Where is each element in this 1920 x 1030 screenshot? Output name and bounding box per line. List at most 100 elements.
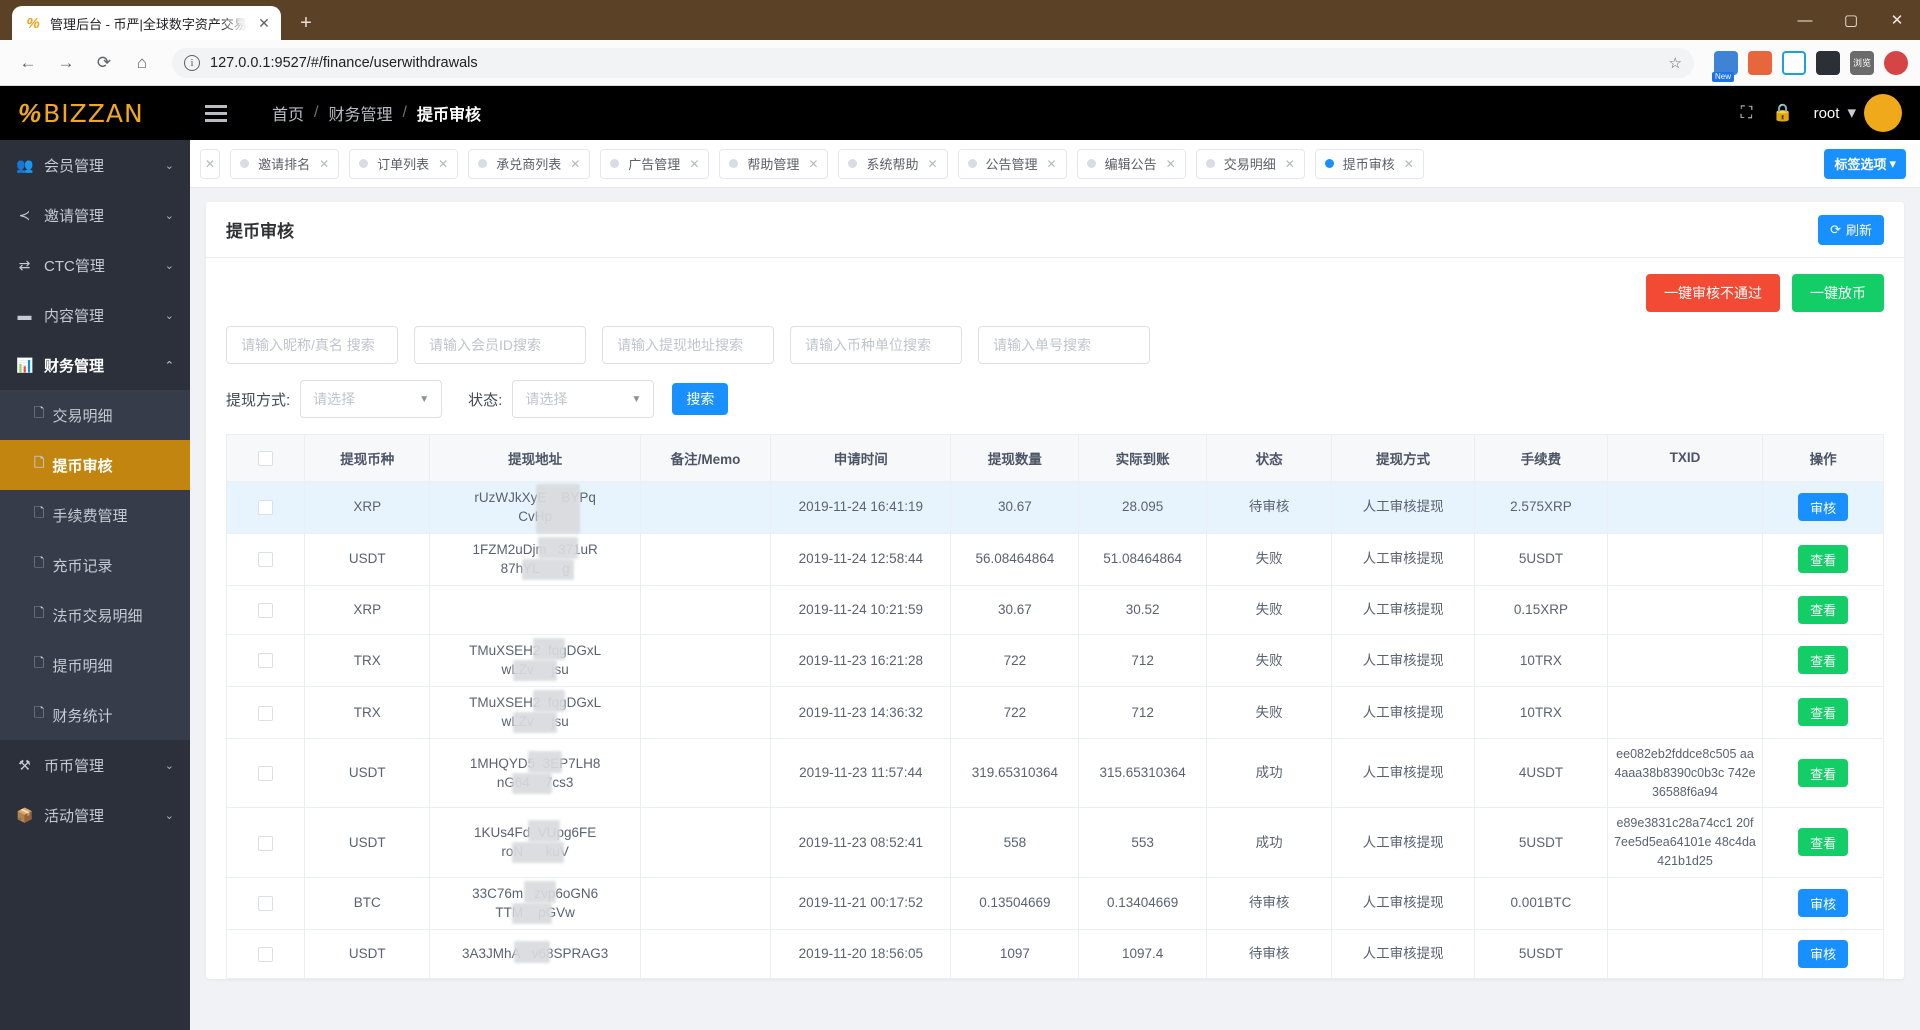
row-checkbox[interactable] xyxy=(258,705,274,721)
close-icon[interactable]: ✕ xyxy=(1285,157,1295,171)
close-icon[interactable]: ✕ xyxy=(319,157,329,171)
table-row[interactable]: TRX TMuXSEH2..fqgDGxL wLZv.....jsu xyxy=(227,634,1883,687)
home-icon[interactable]: ⌂ xyxy=(126,47,158,79)
tag-item-order-list[interactable]: 订单列表 ✕ xyxy=(349,148,459,179)
tag-item-invite-ranking[interactable]: 邀请排名 ✕ xyxy=(230,148,340,179)
table-row[interactable]: USDT 1FZM2uDjm...371uR 87hYL......g xyxy=(227,533,1883,586)
tag-item-system-help[interactable]: 系统帮助 ✕ xyxy=(838,148,948,179)
table-row[interactable]: USDT 3A3JMhA...v68SPRAG3 xyxy=(227,929,1883,979)
close-icon[interactable]: ✕ xyxy=(1166,157,1176,171)
row-checkbox[interactable] xyxy=(258,602,274,618)
tag-item-announcement-management[interactable]: 公告管理 ✕ xyxy=(957,148,1067,179)
sidebar-item-invite[interactable]: ≺ 邀请管理 ⌄ xyxy=(0,190,190,240)
window-close-icon[interactable]: ✕ xyxy=(1874,0,1920,40)
close-icon[interactable]: ✕ xyxy=(1404,157,1414,171)
maximize-icon[interactable]: ▢ xyxy=(1828,0,1874,40)
bulk-release-button[interactable]: 一键放币 xyxy=(1792,274,1884,312)
tag-item-edit-announcement[interactable]: 编辑公告 ✕ xyxy=(1076,148,1186,179)
breadcrumb-item-home[interactable]: 首页 xyxy=(272,101,304,125)
minimize-icon[interactable]: — xyxy=(1782,0,1828,40)
app-logo[interactable]: % BIZZAN xyxy=(0,86,190,140)
sidebar-toggle-icon[interactable] xyxy=(194,104,238,122)
sidebar-item-deposit-records[interactable]: 🗋 充币记录 xyxy=(0,540,190,590)
review-button[interactable]: 审核 xyxy=(1798,939,1849,968)
table-row[interactable]: USDT 1MHQYD5..3EP7LH8 nG64....7cs3 xyxy=(227,738,1883,809)
user-menu[interactable]: root ▾ xyxy=(1814,94,1902,132)
close-icon[interactable]: ✕ xyxy=(808,157,818,171)
content-scroll-area[interactable]: 提币审核 ⟳ 刷新 一键审核不通过 一键放币 请输入昵称/真名 搜索 请输入会员… xyxy=(190,188,1920,1030)
close-icon[interactable]: ✕ xyxy=(570,157,580,171)
view-button[interactable]: 查看 xyxy=(1798,698,1849,727)
row-checkbox[interactable] xyxy=(258,500,274,516)
site-info-icon[interactable]: i xyxy=(184,54,200,71)
avatar[interactable] xyxy=(1864,94,1902,132)
sidebar-item-coin-management[interactable]: ⚒ 币币管理 ⌄ xyxy=(0,740,190,790)
extension-icon-3[interactable] xyxy=(1782,50,1806,75)
close-icon[interactable]: ✕ xyxy=(255,14,273,32)
search-input-nickname[interactable] xyxy=(226,326,398,364)
sidebar-item-content[interactable]: ▬ 内容管理 ⌄ xyxy=(0,290,190,340)
close-icon[interactable]: ✕ xyxy=(689,157,699,171)
status-select[interactable]: 请选择 ▼ xyxy=(512,380,655,418)
close-icon[interactable]: ✕ xyxy=(205,157,215,171)
table-row[interactable]: XRP 2019-11-24 10:21:59 30.67 30.52 失败 人… xyxy=(227,585,1883,635)
row-checkbox[interactable] xyxy=(258,896,274,912)
search-input-address[interactable] xyxy=(602,326,774,364)
row-checkbox[interactable] xyxy=(258,653,274,669)
bookmark-star-icon[interactable]: ☆ xyxy=(1669,54,1682,72)
browser-profile-icon[interactable] xyxy=(1884,50,1908,75)
row-checkbox[interactable] xyxy=(258,946,274,962)
view-button[interactable]: 查看 xyxy=(1798,646,1849,675)
table-row[interactable]: BTC 33C76m...zvp6oGN6 TTM....pGVw xyxy=(227,877,1883,930)
sidebar-item-activity-management[interactable]: 📦 活动管理 ⌄ xyxy=(0,790,190,840)
table-row[interactable]: TRX TMuXSEH2..fqgDGxL wLZv.....jsu xyxy=(227,686,1883,740)
extension-icon-5[interactable]: 浏览 xyxy=(1850,50,1874,75)
tag-item-help-management[interactable]: 帮助管理 ✕ xyxy=(719,148,829,179)
close-icon[interactable]: ✕ xyxy=(438,157,448,171)
sidebar-item-finance-statistics[interactable]: 🗋 财务统计 xyxy=(0,690,190,740)
tag-options-button[interactable]: 标签选项 ▾ xyxy=(1824,148,1906,179)
view-button[interactable]: 查看 xyxy=(1798,828,1849,857)
table-row[interactable]: XRP rUzWJkXyE....BYPq CvHp xyxy=(227,481,1883,534)
search-button[interactable]: 搜索 xyxy=(672,383,729,415)
bulk-reject-button[interactable]: 一键审核不通过 xyxy=(1646,274,1780,312)
tag-item-ad-management[interactable]: 广告管理 ✕ xyxy=(600,148,710,179)
fullscreen-icon[interactable]: ⛶ xyxy=(1741,103,1753,123)
row-checkbox[interactable] xyxy=(258,766,274,782)
table-row[interactable]: USDT 1KUs4Fd..VUpg6FE roN......kuV xyxy=(227,807,1883,878)
back-icon[interactable]: ← xyxy=(12,47,44,79)
extension-icon-4[interactable] xyxy=(1816,50,1840,75)
withdraw-method-select[interactable]: 请选择 ▼ xyxy=(300,380,443,418)
sidebar-item-withdrawal-review[interactable]: 🗋 提币审核 xyxy=(0,440,190,490)
browser-tab[interactable]: % 管理后台 - 币严|全球数字资产交易 ✕ xyxy=(12,6,281,40)
reload-icon[interactable]: ⟳ xyxy=(88,47,120,79)
view-button[interactable]: 查看 xyxy=(1798,545,1849,574)
close-icon[interactable]: ✕ xyxy=(1047,157,1057,171)
row-checkbox[interactable] xyxy=(258,835,274,851)
tag-item-merchant-list[interactable]: 承兑商列表 ✕ xyxy=(468,148,591,179)
sidebar-item-fiat-transactions[interactable]: 🗋 法币交易明细 xyxy=(0,590,190,640)
refresh-button[interactable]: ⟳ 刷新 xyxy=(1818,214,1884,245)
search-input-member-id[interactable] xyxy=(414,326,586,364)
tag-item-partial[interactable]: ✕ xyxy=(200,148,221,179)
tag-item-transaction-detail[interactable]: 交易明细 ✕ xyxy=(1195,148,1305,179)
search-input-order-no[interactable] xyxy=(978,326,1150,364)
lock-icon[interactable]: 🔒 xyxy=(1772,103,1793,123)
sidebar-item-finance[interactable]: 📊 财务管理 ⌃ xyxy=(0,340,190,390)
extension-icon-2[interactable] xyxy=(1748,50,1772,75)
forward-icon[interactable]: → xyxy=(50,47,82,79)
extension-icon-1[interactable]: New xyxy=(1712,50,1738,82)
view-button[interactable]: 查看 xyxy=(1798,595,1849,624)
row-checkbox[interactable] xyxy=(258,552,274,568)
review-button[interactable]: 审核 xyxy=(1798,889,1849,918)
sidebar-item-ctc[interactable]: ⇄ CTC管理 ⌄ xyxy=(0,240,190,290)
review-button[interactable]: 审核 xyxy=(1798,493,1849,522)
sidebar-item-members[interactable]: 👥 会员管理 ⌄ xyxy=(0,140,190,190)
view-button[interactable]: 查看 xyxy=(1798,759,1849,788)
search-input-coin-unit[interactable] xyxy=(790,326,962,364)
select-all-checkbox[interactable] xyxy=(258,450,274,466)
sidebar-item-fee-management[interactable]: 🗋 手续费管理 xyxy=(0,490,190,540)
tag-item-withdrawal-review[interactable]: 提币审核 ✕ xyxy=(1314,148,1424,179)
sidebar-item-transaction-detail[interactable]: 🗋 交易明细 xyxy=(0,390,190,440)
address-bar[interactable]: i 127.0.0.1:9527/#/finance/userwithdrawa… xyxy=(172,47,1694,78)
